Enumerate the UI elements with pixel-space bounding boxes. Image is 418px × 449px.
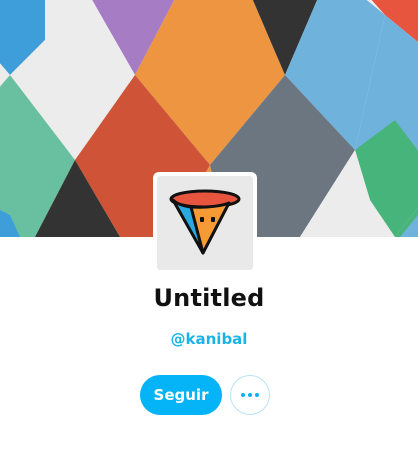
more-options-button[interactable] <box>230 375 270 415</box>
avatar-image <box>157 176 253 270</box>
profile-title: Untitled <box>153 284 265 312</box>
follow-button[interactable]: Seguir <box>140 375 222 415</box>
ellipsis-icon <box>241 393 259 397</box>
profile-page: Untitled @kanibal Seguir <box>0 0 418 449</box>
avatar[interactable] <box>153 172 257 274</box>
profile-handle-link[interactable]: @kanibal <box>0 330 418 348</box>
cone-mascot-icon <box>169 189 241 255</box>
